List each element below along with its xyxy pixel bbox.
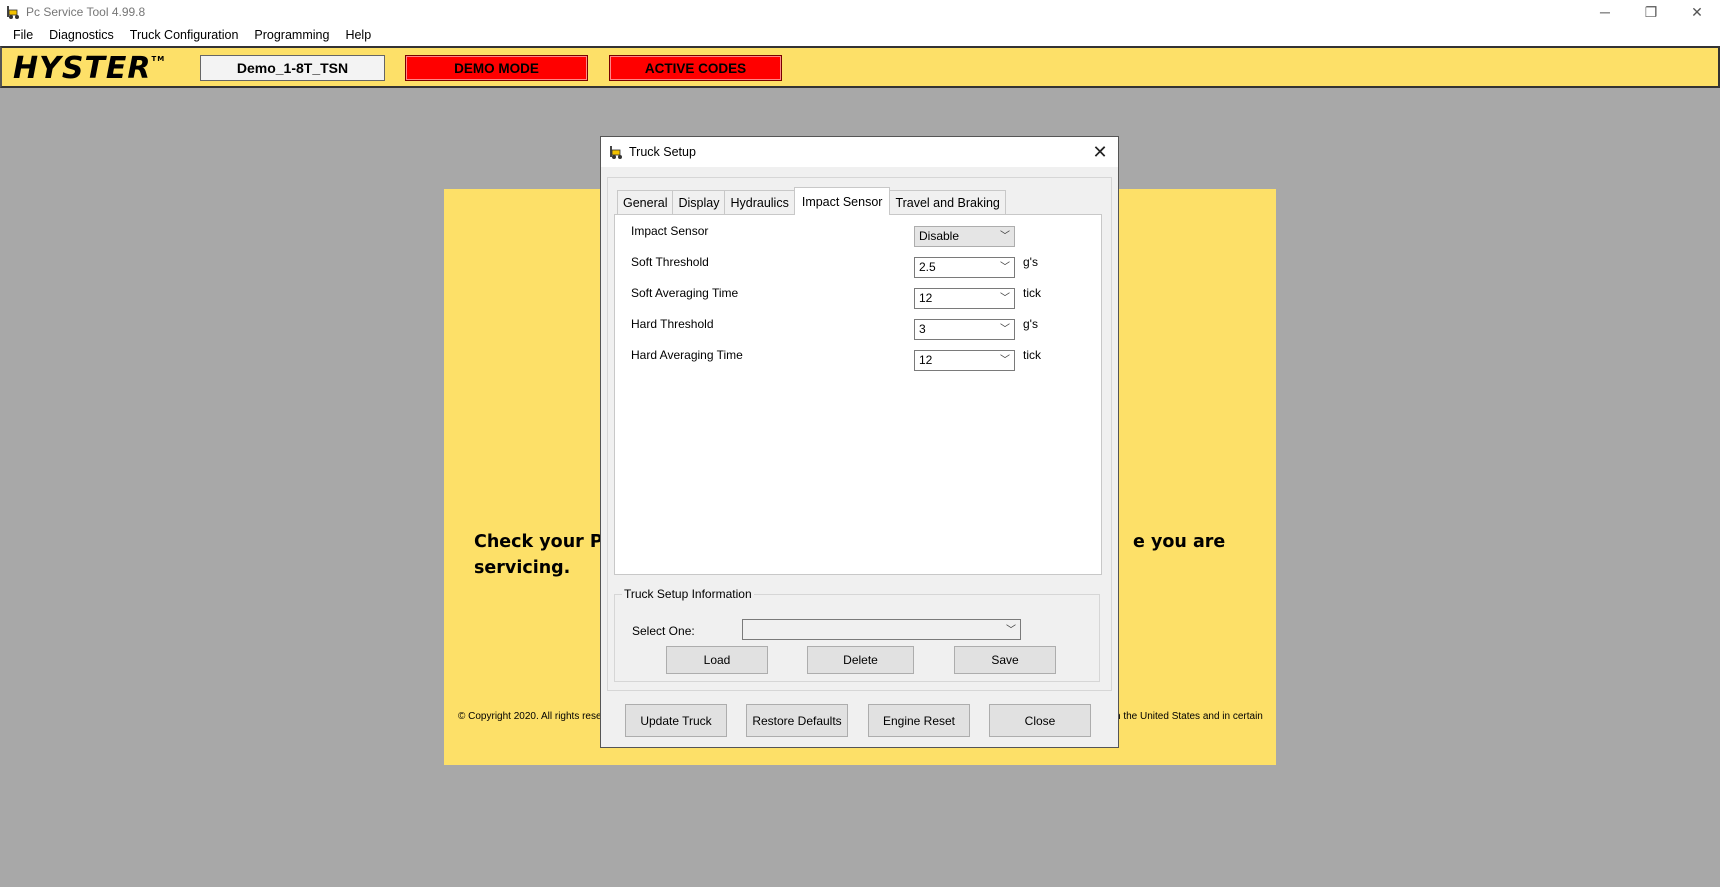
dialog-titlebar: Truck Setup ✕ [601, 137, 1118, 167]
tab-travel-and-braking[interactable]: Travel and Braking [889, 190, 1006, 214]
active-codes-badge[interactable]: ACTIVE CODES [609, 55, 782, 81]
group-title: Truck Setup Information [622, 587, 754, 601]
window-title: Pc Service Tool 4.99.8 [26, 5, 146, 19]
dialog-close-icon[interactable]: ✕ [1090, 142, 1110, 162]
hard-averaging-time-select[interactable]: 12 ﹀ [914, 350, 1015, 371]
tab-impact-sensor[interactable]: Impact Sensor [793, 187, 891, 215]
window-titlebar: Pc Service Tool 4.99.8 ─ ❐ ✕ [0, 0, 1720, 24]
field-label: Impact Sensor [631, 224, 709, 238]
field-label: Soft Averaging Time [631, 286, 739, 300]
field-label: Hard Averaging Time [631, 348, 743, 362]
setup-select-dropdown[interactable]: ﹀ [742, 619, 1021, 640]
soft-threshold-row: Soft Threshold 2.5 ﹀ g's [615, 255, 1101, 278]
truck-id-display: Demo_1-8T_TSN [200, 55, 385, 81]
truck-setup-dialog: Truck Setup ✕ General Display Hydraulics… [600, 136, 1119, 748]
restore-defaults-button[interactable]: Restore Defaults [746, 704, 848, 737]
engine-reset-button[interactable]: Engine Reset [868, 704, 970, 737]
brand-header: HYSTERTM Demo_1-8T_TSN DEMO MODE ACTIVE … [0, 46, 1720, 88]
tab-hydraulics[interactable]: Hydraulics [724, 190, 795, 214]
tab-display[interactable]: Display [672, 190, 726, 214]
menu-help[interactable]: Help [337, 24, 379, 46]
impact-sensor-select[interactable]: Disable ﹀ [914, 226, 1015, 247]
chevron-down-icon: ﹀ [1000, 355, 1010, 366]
hyster-logo: HYSTERTM [13, 51, 166, 86]
impact-sensor-page: Impact Sensor Disable ﹀ Soft Threshold 2.… [614, 214, 1102, 575]
hard-threshold-select[interactable]: 3 ﹀ [914, 319, 1015, 340]
unit-label: tick [1023, 348, 1041, 362]
field-label: Soft Threshold [631, 255, 709, 269]
unit-label: g's [1023, 255, 1038, 269]
window-close-button[interactable]: ✕ [1674, 0, 1720, 24]
load-button[interactable]: Load [666, 646, 768, 674]
hard-threshold-row: Hard Threshold 3 ﹀ g's [615, 317, 1101, 340]
chevron-down-icon: ﹀ [1000, 231, 1010, 242]
welcome-message-tail: e you are [1133, 532, 1226, 552]
menu-file[interactable]: File [0, 24, 41, 46]
soft-averaging-time-row: Soft Averaging Time 12 ﹀ tick [615, 286, 1101, 309]
unit-label: tick [1023, 286, 1041, 300]
delete-button[interactable]: Delete [807, 646, 914, 674]
field-label: Hard Threshold [631, 317, 714, 331]
restore-button[interactable]: ❐ [1628, 0, 1674, 24]
menu-truck-configuration[interactable]: Truck Configuration [122, 24, 247, 46]
unit-label: g's [1023, 317, 1038, 331]
forklift-icon [610, 146, 622, 159]
dialog-title: Truck Setup [629, 145, 696, 159]
tab-general[interactable]: General [617, 190, 674, 214]
demo-mode-badge[interactable]: DEMO MODE [405, 55, 588, 81]
copyright-text-tail: n the United States and in certain [1115, 711, 1263, 722]
chevron-down-icon: ﹀ [1000, 262, 1010, 273]
copyright-text: © Copyright 2020. All rights rese [458, 711, 602, 722]
forklift-app-icon [7, 6, 19, 19]
tab-strip: General Display Hydraulics Impact Sensor… [617, 187, 1006, 215]
menu-diagnostics[interactable]: Diagnostics [41, 24, 122, 46]
truck-setup-information-group: Truck Setup Information Select One: ﹀ Lo… [614, 587, 1100, 682]
chevron-down-icon: ﹀ [1000, 324, 1010, 335]
soft-threshold-select[interactable]: 2.5 ﹀ [914, 257, 1015, 278]
hard-averaging-time-row: Hard Averaging Time 12 ﹀ tick [615, 348, 1101, 371]
close-button[interactable]: Close [989, 704, 1091, 737]
soft-averaging-time-select[interactable]: 12 ﹀ [914, 288, 1015, 309]
menu-bar: File Diagnostics Truck Configuration Pro… [0, 24, 1720, 46]
chevron-down-icon: ﹀ [1006, 625, 1016, 636]
impact-sensor-row: Impact Sensor Disable ﹀ [615, 224, 1101, 247]
save-button[interactable]: Save [954, 646, 1056, 674]
menu-programming[interactable]: Programming [246, 24, 337, 46]
minimize-button[interactable]: ─ [1582, 0, 1628, 24]
chevron-down-icon: ﹀ [1000, 293, 1010, 304]
select-one-label: Select One: [632, 624, 695, 638]
update-truck-button[interactable]: Update Truck [625, 704, 727, 737]
